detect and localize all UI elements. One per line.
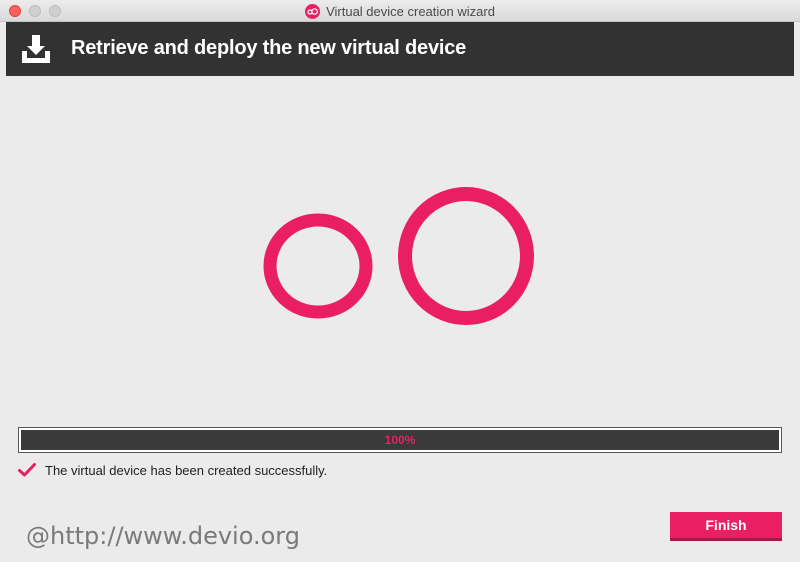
status-message: The virtual device has been created succ…: [18, 462, 327, 478]
page-title: Retrieve and deploy the new virtual devi…: [71, 37, 467, 59]
genymotion-logo-icon: [305, 3, 321, 19]
progress-track: 100%: [21, 430, 779, 450]
progress-bar: 100%: [18, 427, 782, 453]
progress-label: 100%: [384, 433, 416, 447]
wizard-header: Retrieve and deploy the new virtual devi…: [6, 22, 794, 76]
download-icon: [22, 35, 50, 63]
window-title: Virtual device creation wizard: [326, 3, 495, 19]
window-title-group: Virtual device creation wizard: [0, 0, 800, 22]
watermark: @http://www.devio.org: [26, 522, 300, 550]
genymotion-oO-logo-icon: [263, 187, 534, 325]
checkmark-icon: [18, 463, 36, 477]
status-text: The virtual device has been created succ…: [45, 462, 328, 478]
finish-button[interactable]: Finish: [670, 512, 782, 541]
window-titlebar: Virtual device creation wizard: [0, 0, 800, 22]
